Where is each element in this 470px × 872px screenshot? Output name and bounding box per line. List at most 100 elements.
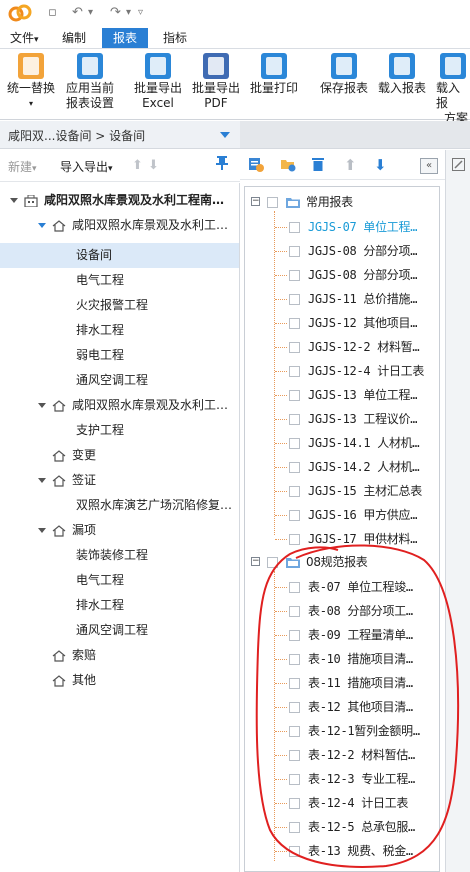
save-report-button[interactable]: 保存报表	[316, 53, 372, 96]
save-icon[interactable]: ▫	[48, 4, 57, 22]
tree-node-drainage-2[interactable]: 排水工程	[76, 593, 124, 618]
checkbox[interactable]	[289, 534, 300, 545]
tree-node-electrical[interactable]: 电气工程	[76, 268, 124, 293]
report-item[interactable]: 表-09 工程量清单…	[289, 623, 413, 647]
tree-node-hvac[interactable]: 通风空调工程	[76, 368, 148, 393]
edit-icon[interactable]	[452, 158, 465, 175]
batch-export-pdf-button[interactable]: 批量导出 PDF	[188, 53, 244, 111]
report-item[interactable]: JGJS-12-2 材料暂…	[289, 335, 420, 359]
checkbox[interactable]	[289, 510, 300, 521]
checkbox[interactable]	[289, 702, 300, 713]
tree-node-support[interactable]: 支护工程	[76, 418, 124, 443]
report-group-08[interactable]: 08规范报表	[267, 550, 368, 574]
checkbox[interactable]	[289, 654, 300, 665]
checkbox[interactable]	[289, 318, 300, 329]
report-item[interactable]: 表-12 其他项目清…	[289, 695, 413, 719]
collapse-icon[interactable]: −	[251, 557, 260, 566]
report-item[interactable]: 表-12-2 材料暂估…	[289, 743, 415, 767]
delete-icon[interactable]	[310, 156, 326, 176]
checkbox[interactable]	[289, 414, 300, 425]
report-item[interactable]: JGJS-16 甲方供应…	[289, 503, 417, 527]
report-item[interactable]: JGJS-14.1 人材机…	[289, 431, 420, 455]
undo-icon[interactable]: ↶	[72, 4, 83, 22]
collapse-panel-button[interactable]: «	[420, 158, 438, 174]
add-report-icon[interactable]	[248, 156, 264, 176]
report-item-jgjs07[interactable]: JGJS-07 单位工程…	[289, 215, 417, 239]
tree-node-hvac-2[interactable]: 通风空调工程	[76, 618, 148, 643]
checkbox[interactable]	[289, 222, 300, 233]
expand-icon[interactable]	[38, 478, 46, 483]
tab-report[interactable]: 报表	[102, 28, 148, 48]
checkbox[interactable]	[289, 294, 300, 305]
tree-node-visa[interactable]: 签证	[38, 468, 96, 493]
tree-node-weak-current[interactable]: 弱电工程	[76, 343, 124, 368]
report-item[interactable]: JGJS-12 其他项目…	[289, 311, 417, 335]
customize-qa-icon[interactable]: ▿	[138, 4, 143, 22]
unified-replace-button[interactable]: 统一替换 ▾	[4, 53, 58, 111]
tab-file[interactable]: 文件▾	[4, 28, 45, 48]
report-item[interactable]: JGJS-08 分部分项…	[289, 263, 417, 287]
redo-icon[interactable]: ↷	[110, 4, 121, 22]
checkbox[interactable]	[267, 197, 278, 208]
batch-export-excel-button[interactable]: 批量导出 Excel	[130, 53, 186, 111]
checkbox[interactable]	[289, 366, 300, 377]
checkbox[interactable]	[289, 390, 300, 401]
tree-node-project-2[interactable]: 咸阳双照水库景观及水利工…	[38, 393, 228, 418]
move-up-icon[interactable]: ⬆	[344, 156, 357, 174]
expand-icon[interactable]	[38, 528, 46, 533]
report-item[interactable]: 表-12-1暂列金额明…	[289, 719, 420, 743]
checkbox[interactable]	[289, 342, 300, 353]
tree-node-change[interactable]: 变更	[52, 443, 96, 468]
expand-icon[interactable]	[38, 223, 46, 228]
tree-node-root[interactable]: 咸阳双照水库景观及水利工程南…	[10, 188, 224, 213]
report-item[interactable]: JGJS-13 单位工程…	[289, 383, 417, 407]
checkbox[interactable]	[289, 798, 300, 809]
tree-node-other[interactable]: 其他	[52, 668, 96, 693]
checkbox[interactable]	[289, 486, 300, 497]
report-item[interactable]: JGJS-11 总价措施…	[289, 287, 417, 311]
checkbox[interactable]	[289, 246, 300, 257]
tree-node-claim[interactable]: 索赔	[52, 643, 96, 668]
checkbox[interactable]	[289, 438, 300, 449]
checkbox[interactable]	[289, 846, 300, 857]
report-item[interactable]: JGJS-13 工程议价…	[289, 407, 417, 431]
checkbox[interactable]	[289, 630, 300, 641]
tree-node-drainage[interactable]: 排水工程	[76, 318, 124, 343]
chevron-down-icon[interactable]	[220, 132, 230, 138]
report-item[interactable]: 表-12-5 总承包服…	[289, 815, 415, 839]
tree-node-omission[interactable]: 漏项	[38, 518, 96, 543]
report-item[interactable]: JGJS-17 甲供材料…	[289, 527, 417, 551]
pin-icon[interactable]	[216, 156, 228, 174]
checkbox[interactable]	[267, 557, 278, 568]
checkbox[interactable]	[289, 750, 300, 761]
report-item[interactable]: JGJS-14.2 人材机…	[289, 455, 420, 479]
expand-icon[interactable]	[38, 403, 46, 408]
tab-index[interactable]: 指标	[157, 28, 193, 48]
load-scheme-button[interactable]: 载入报 方案	[434, 53, 470, 126]
checkbox[interactable]	[289, 774, 300, 785]
collapse-icon[interactable]: −	[251, 197, 260, 206]
report-item[interactable]: JGJS-12-4 计日工表	[289, 359, 424, 383]
checkbox[interactable]	[289, 726, 300, 737]
report-item[interactable]: JGJS-15 主材汇总表	[289, 479, 422, 503]
report-item[interactable]: 表-07 单位工程竣…	[289, 575, 413, 599]
tree-node-electrical-2[interactable]: 电气工程	[76, 568, 124, 593]
tree-node-equipment-room[interactable]: 设备间	[0, 243, 239, 268]
report-item[interactable]: 表-11 措施项目清…	[289, 671, 413, 695]
checkbox[interactable]	[289, 582, 300, 593]
tree-node-decoration[interactable]: 装饰装修工程	[76, 543, 148, 568]
import-export-button[interactable]: 导入导出▾	[60, 158, 113, 175]
report-item[interactable]: JGJS-08 分部分项…	[289, 239, 417, 263]
breadcrumb[interactable]: 咸阳双...设备间 > 设备间	[0, 121, 240, 149]
move-up-icon[interactable]: ⬆	[132, 158, 143, 173]
load-report-button[interactable]: 载入报表	[374, 53, 430, 96]
tree-node-plaza-repair[interactable]: 双照水库演艺广场沉陷修复…	[76, 493, 232, 518]
checkbox[interactable]	[289, 822, 300, 833]
expand-icon[interactable]	[10, 198, 18, 203]
checkbox[interactable]	[289, 606, 300, 617]
report-item[interactable]: 表-12-3 专业工程…	[289, 767, 415, 791]
tab-edit[interactable]: 编制	[56, 28, 92, 48]
tree-node-project-1[interactable]: 咸阳双照水库景观及水利工…	[38, 213, 228, 238]
checkbox[interactable]	[289, 270, 300, 281]
redo-dropdown-icon[interactable]: ▾	[126, 4, 131, 22]
